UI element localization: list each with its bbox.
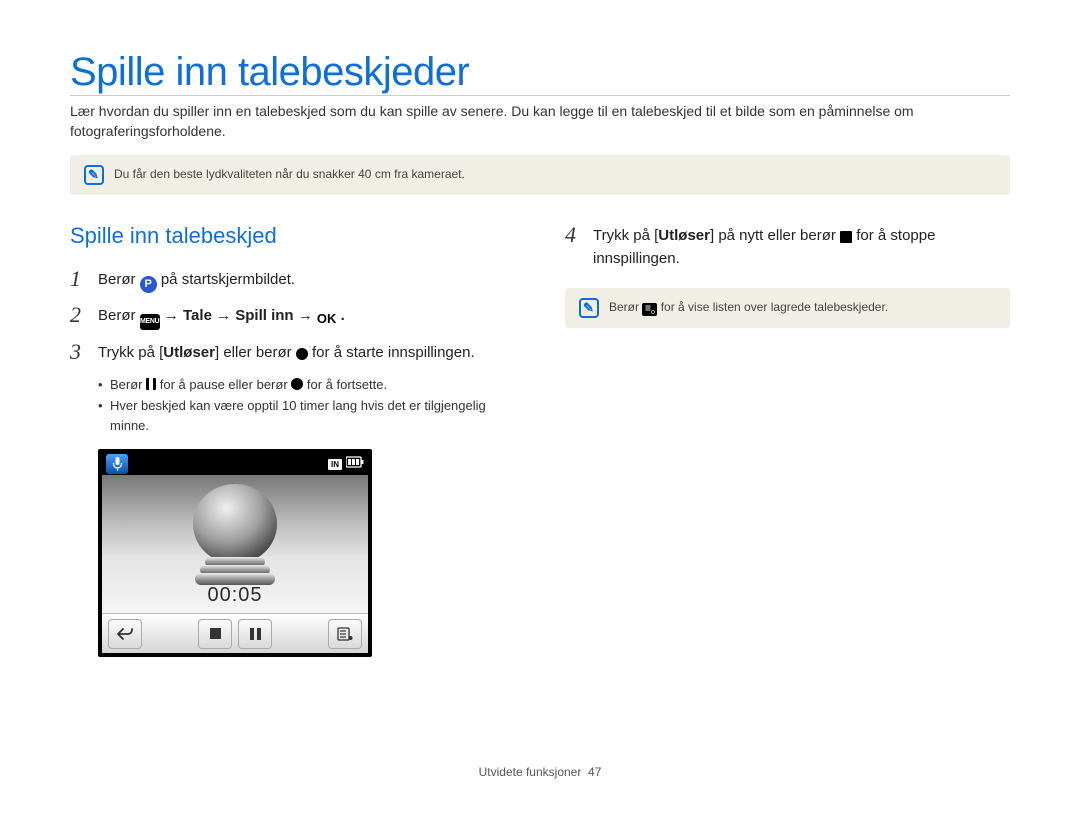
note-icon bbox=[84, 165, 104, 185]
left-column: Spille inn talebeskjed 1 Berør P på star… bbox=[70, 223, 515, 657]
step-2: 2 Berør MENU → Tale → Spill inn → OK . bbox=[70, 303, 515, 330]
storage-indicator: IN bbox=[328, 459, 342, 470]
note-right: Berør for å vise listen over lagrede tal… bbox=[565, 288, 1010, 328]
p-icon: P bbox=[140, 276, 157, 293]
step1-prefix: Berør bbox=[98, 271, 140, 288]
menu-icon: MENU bbox=[140, 314, 160, 330]
step2-chain: → Tale → Spill inn → bbox=[164, 307, 317, 324]
step2-prefix: Berør bbox=[98, 307, 140, 324]
note-top: Du får den beste lydkvaliteten når du sn… bbox=[70, 155, 1010, 195]
pause-icon bbox=[146, 378, 156, 390]
step3-prefix: Trykk på [ bbox=[98, 344, 163, 361]
step1-suffix: på startskjermbildet. bbox=[161, 271, 295, 288]
step3-mid: ] eller berør bbox=[215, 344, 296, 361]
footer-page: 47 bbox=[588, 765, 601, 779]
recording-timer: 00:05 bbox=[207, 584, 262, 607]
step-number: 2 bbox=[70, 303, 88, 330]
pause-button[interactable] bbox=[238, 619, 272, 649]
record-circle-icon bbox=[296, 348, 308, 360]
step-number: 4 bbox=[565, 223, 583, 270]
stop-button[interactable] bbox=[198, 619, 232, 649]
step-1: 1 Berør P på startskjermbildet. bbox=[70, 267, 515, 293]
note-top-text: Du får den beste lydkvaliteten når du sn… bbox=[114, 165, 465, 183]
bullet1-a: Berør bbox=[110, 377, 146, 392]
shutter-label: Utløser bbox=[163, 344, 215, 361]
step-4: 4 Trykk på [Utløser] på nytt eller berør… bbox=[565, 223, 1010, 270]
shutter-label: Utløser bbox=[658, 227, 710, 244]
ok-icon: OK bbox=[317, 311, 337, 327]
battery-icon bbox=[346, 455, 364, 473]
record-circle-icon bbox=[291, 378, 303, 390]
step-3: 3 Trykk på [Utløser] eller berør for å s… bbox=[70, 340, 515, 365]
screen-toolbar bbox=[102, 613, 368, 653]
note-right-a: Berør bbox=[609, 300, 642, 314]
footer-section: Utvidete funksjoner bbox=[479, 765, 582, 779]
stop-square-icon bbox=[840, 231, 852, 243]
step-number: 3 bbox=[70, 340, 88, 365]
step-number: 1 bbox=[70, 267, 88, 293]
screen-statusbar: IN bbox=[102, 453, 368, 475]
step4-prefix: Trykk på [ bbox=[593, 227, 658, 244]
step3-suffix: for å starte innspillingen. bbox=[312, 344, 475, 361]
bullet1-b: for å pause eller berør bbox=[160, 377, 292, 392]
camera-screen: IN bbox=[98, 449, 372, 657]
subheading: Spille inn talebeskjed bbox=[70, 223, 515, 249]
page-footer: Utvidete funksjoner 47 bbox=[0, 765, 1080, 779]
step2-suffix: . bbox=[341, 307, 345, 324]
bullet-1: Berør for å pause eller berør for å fort… bbox=[98, 375, 515, 395]
bullet1-c: for å fortsette. bbox=[307, 377, 387, 392]
page-title: Spille inn talebeskjeder bbox=[70, 50, 1010, 96]
note-icon bbox=[579, 298, 599, 318]
list-button[interactable] bbox=[328, 619, 362, 649]
right-column: 4 Trykk på [Utløser] på nytt eller berør… bbox=[565, 223, 1010, 657]
note-right-b: for å vise listen over lagrede talebeskj… bbox=[661, 300, 888, 314]
voice-list-icon bbox=[642, 303, 657, 316]
intro-text: Lær hvordan du spiller inn en talebeskje… bbox=[70, 102, 1010, 141]
mic-mode-icon bbox=[106, 454, 128, 474]
step4-mid: ] på nytt eller berør bbox=[710, 227, 840, 244]
back-button[interactable] bbox=[108, 619, 142, 649]
bullet-2: Hver beskjed kan være opptil 10 timer la… bbox=[98, 396, 515, 435]
microphone-graphic bbox=[180, 479, 290, 587]
screen-main: 00:05 bbox=[102, 475, 368, 613]
